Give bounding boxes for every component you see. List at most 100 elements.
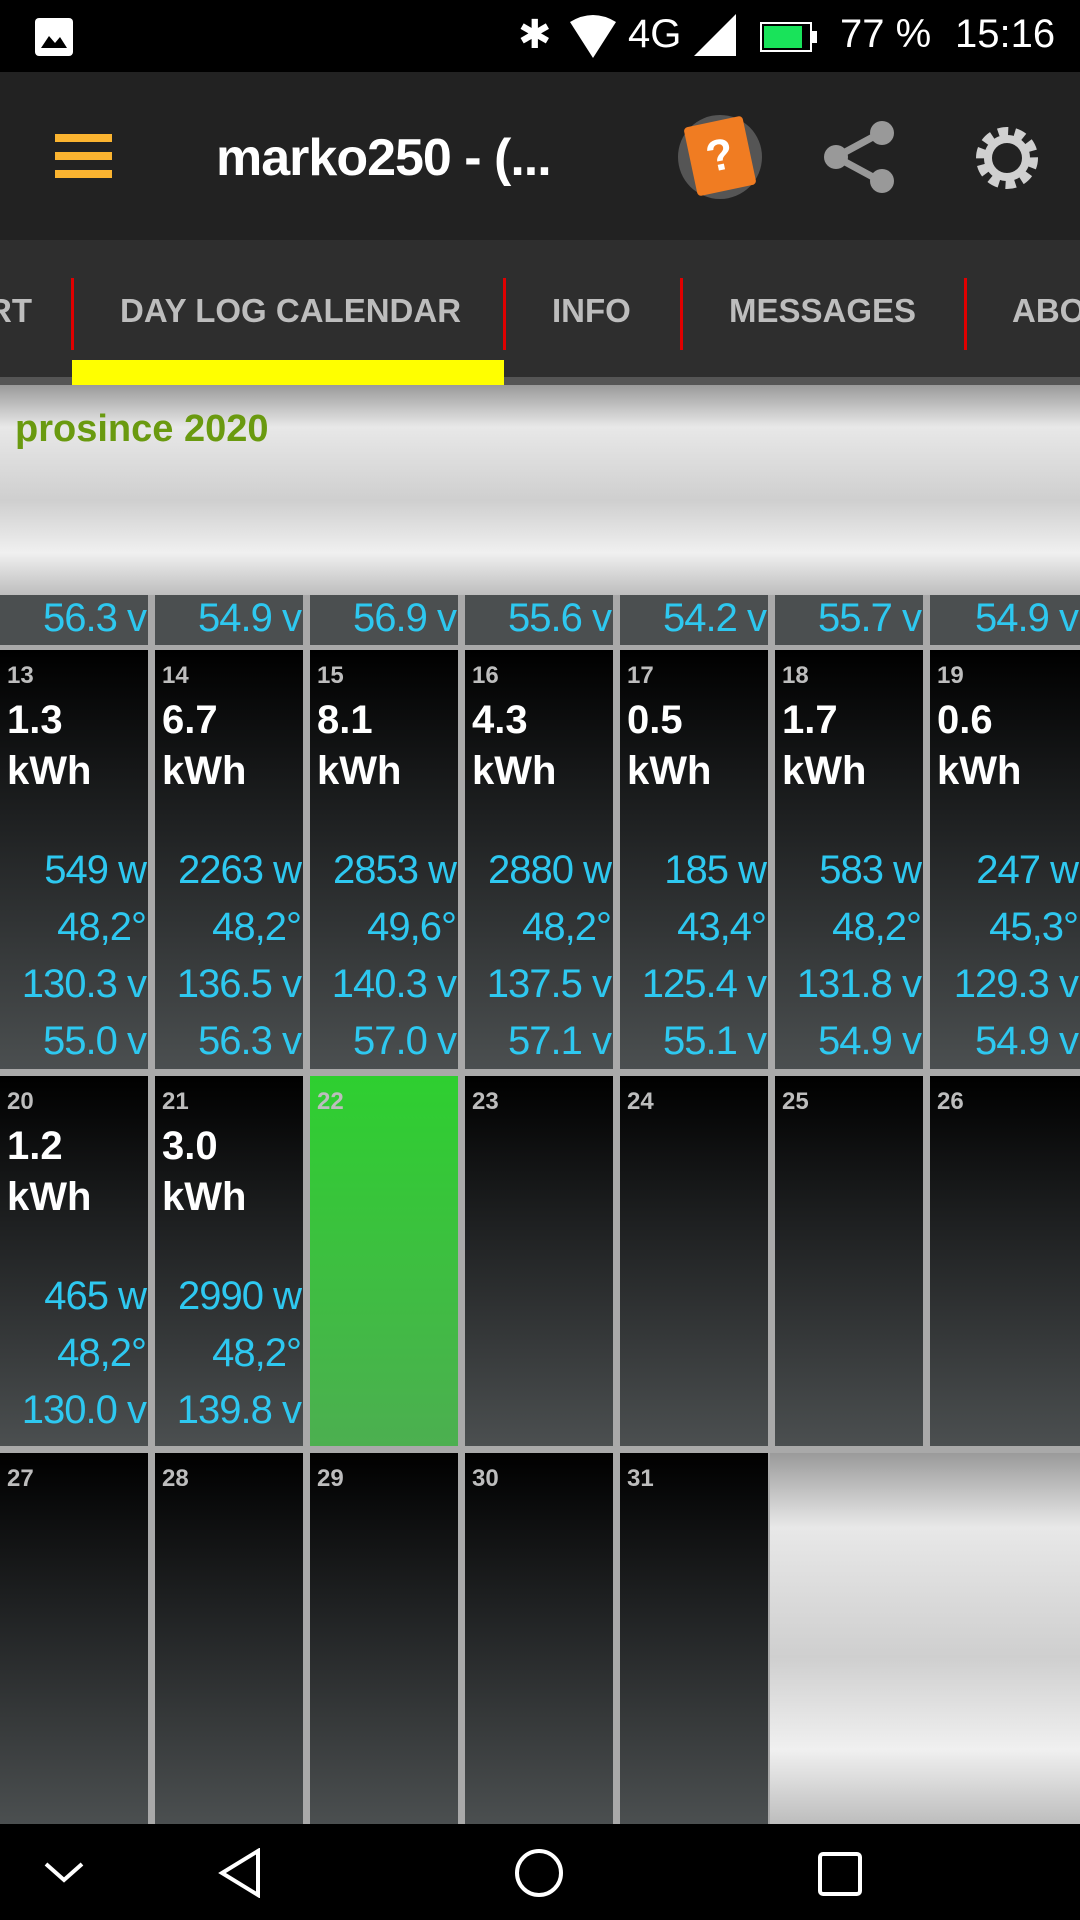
battery-voltage-value: 54.9 v (818, 1019, 922, 1063)
pv-voltage-value: 125.4 v (641, 962, 767, 1006)
calendar-day-cell[interactable]: 54.9 v (155, 595, 303, 645)
pv-voltage-value: 130.0 v (21, 1388, 147, 1432)
calendar-day-cell[interactable]: 27 (0, 1453, 148, 1824)
energy-value: 3.0 (162, 1124, 218, 1168)
tab-bar: RT DAY LOG CALENDAR INFO MESSAGES ABO (0, 240, 1080, 385)
calendar-day-cell[interactable]: 30 (465, 1453, 613, 1824)
tab-separator (503, 278, 506, 350)
tab-separator (680, 278, 683, 350)
battery-voltage-value: 56.3 v (43, 596, 147, 640)
temperature-value: 48,2° (522, 905, 612, 949)
energy-unit: kWh (472, 749, 557, 793)
day-number: 14 (162, 662, 189, 689)
day-number: 19 (937, 662, 964, 689)
calendar-day-cell[interactable]: 23 (465, 1076, 613, 1446)
calendar-day-cell[interactable]: 54.9 v (930, 595, 1080, 645)
battery-voltage-value: 55.0 v (43, 1019, 147, 1063)
tab-day-log-calendar[interactable]: DAY LOG CALENDAR (120, 292, 461, 330)
peak-power-value: 2263 w (178, 848, 302, 892)
calendar-day-cell[interactable]: 56.3 v (0, 595, 148, 645)
day-number: 25 (782, 1088, 809, 1115)
calendar-day-cell[interactable]: 31 (620, 1453, 768, 1824)
day-number: 18 (782, 662, 809, 689)
back-icon[interactable] (218, 1848, 262, 1898)
day-number: 15 (317, 662, 344, 689)
day-number: 20 (7, 1088, 34, 1115)
pv-voltage-value: 140.3 v (331, 962, 457, 1006)
calendar-day-cell[interactable]: 14 6.7 kWh 2263 w 48,2° 136.5 v 56.3 v (155, 650, 303, 1069)
tab-about[interactable]: ABO (1012, 292, 1080, 330)
hide-keyboard-icon[interactable] (44, 1860, 84, 1884)
battery-voltage-value: 57.1 v (508, 1019, 612, 1063)
peak-power-value: 583 w (819, 848, 922, 892)
help-book-icon[interactable]: ? (678, 115, 762, 199)
pv-voltage-value: 131.8 v (796, 962, 922, 1006)
peak-power-value: 2990 w (178, 1274, 302, 1318)
energy-unit: kWh (627, 749, 712, 793)
day-number: 23 (472, 1088, 499, 1115)
network-type: 4G (628, 12, 682, 56)
energy-unit: kWh (782, 749, 867, 793)
calendar-day-cell[interactable]: 56.9 v (310, 595, 458, 645)
energy-unit: kWh (317, 749, 402, 793)
energy-unit: kWh (162, 749, 247, 793)
calendar-day-cell[interactable]: 24 (620, 1076, 768, 1446)
image-notification-icon (35, 18, 73, 56)
temperature-value: 48,2° (212, 905, 302, 949)
calendar-day-cell[interactable]: 17 0.5 kWh 185 w 43,4° 125.4 v 55.1 v (620, 650, 768, 1069)
calendar-day-cell[interactable]: 19 0.6 kWh 247 w 45,3° 129.3 v 54.9 v (930, 650, 1080, 1069)
temperature-value: 48,2° (57, 905, 147, 949)
temperature-value: 48,2° (57, 1331, 147, 1375)
energy-unit: kWh (7, 1175, 92, 1219)
calendar-day-cell[interactable]: 29 (310, 1453, 458, 1824)
calendar-day-cell[interactable]: 55.7 v (775, 595, 923, 645)
calendar-day-cell[interactable]: 26 (930, 1076, 1080, 1446)
pv-voltage-value: 137.5 v (486, 962, 612, 1006)
recents-icon[interactable] (817, 1851, 863, 1897)
calendar-day-cell[interactable]: 13 1.3 kWh 549 w 48,2° 130.3 v 55.0 v (0, 650, 148, 1069)
day-number: 28 (162, 1465, 189, 1492)
calendar-day-cell[interactable]: 21 3.0 kWh 2990 w 48,2° 139.8 v (155, 1076, 303, 1446)
share-icon[interactable] (822, 119, 894, 195)
calendar-day-cell[interactable]: 55.6 v (465, 595, 613, 645)
calendar-grid: 56.3 v 54.9 v 56.9 v 55.6 v 54.2 v 55.7 v 54.9… (0, 595, 1080, 1824)
calendar-day-cell[interactable]: 25 (775, 1076, 923, 1446)
month-title: prosince 2020 (15, 408, 269, 450)
settings-gear-icon[interactable] (975, 124, 1039, 192)
energy-value: 8.1 (317, 698, 373, 742)
calendar-day-cell[interactable]: 18 1.7 kWh 583 w 48,2° 131.8 v 54.9 v (775, 650, 923, 1069)
calendar-day-cell-today[interactable]: 22 (310, 1076, 458, 1446)
home-icon[interactable] (514, 1848, 564, 1898)
energy-value: 6.7 (162, 698, 218, 742)
tab-separator (964, 278, 967, 350)
battery-voltage-value: 56.3 v (198, 1019, 302, 1063)
energy-value: 1.2 (7, 1124, 63, 1168)
temperature-value: 48,2° (832, 905, 922, 949)
battery-voltage-value: 55.7 v (818, 596, 922, 640)
clock: 15:16 (955, 12, 1056, 56)
peak-power-value: 247 w (976, 848, 1079, 892)
menu-icon[interactable] (55, 134, 112, 178)
peak-power-value: 2853 w (333, 848, 457, 892)
day-number: 16 (472, 662, 499, 689)
pv-voltage-value: 139.8 v (176, 1388, 302, 1432)
tab-info[interactable]: INFO (552, 292, 631, 330)
calendar-day-cell[interactable]: 16 4.3 kWh 2880 w 48,2° 137.5 v 57.1 v (465, 650, 613, 1069)
energy-value: 4.3 (472, 698, 528, 742)
battery-icon (760, 22, 817, 52)
calendar-day-cell[interactable]: 20 1.2 kWh 465 w 48,2° 130.0 v (0, 1076, 148, 1446)
energy-value: 1.3 (7, 698, 63, 742)
day-number: 30 (472, 1465, 499, 1492)
battery-voltage-value: 54.9 v (975, 1019, 1079, 1063)
energy-unit: kWh (7, 749, 92, 793)
battery-voltage-value: 54.9 v (198, 596, 302, 640)
tab-messages[interactable]: MESSAGES (729, 292, 916, 330)
tab-separator (71, 278, 74, 350)
calendar-day-cell[interactable]: 28 (155, 1453, 303, 1824)
calendar-day-cell[interactable]: 15 8.1 kWh 2853 w 49,6° 140.3 v 57.0 v (310, 650, 458, 1069)
peak-power-value: 465 w (44, 1274, 147, 1318)
calendar-day-cell[interactable]: 54.2 v (620, 595, 768, 645)
tab-chart[interactable]: RT (0, 292, 32, 330)
energy-unit: kWh (162, 1175, 247, 1219)
day-number: 17 (627, 662, 654, 689)
